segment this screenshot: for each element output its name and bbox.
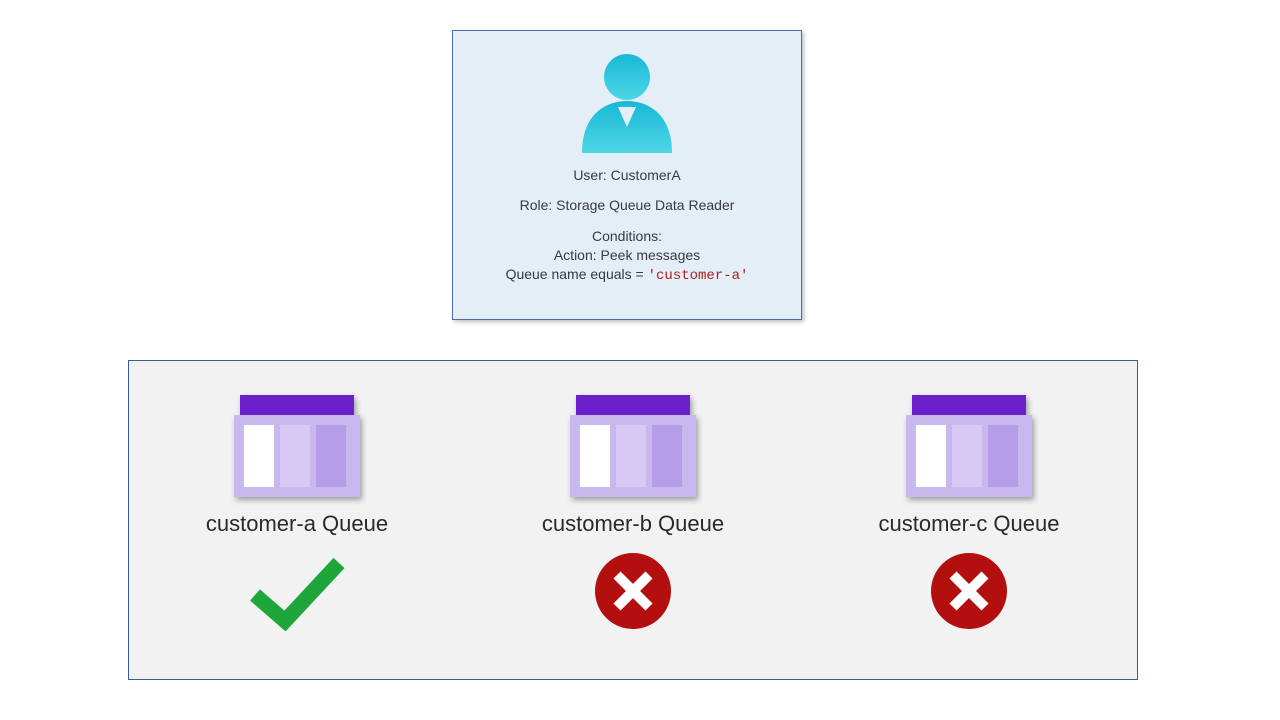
queue-icon	[904, 391, 1034, 501]
queue-label: customer-b Queue	[503, 511, 763, 537]
queue-label: customer-c Queue	[839, 511, 1099, 537]
conditions-block: Conditions: Action: Peek messages Queue …	[453, 227, 801, 286]
deny-icon	[919, 551, 1019, 631]
checkmark-icon	[247, 551, 347, 631]
conditions-heading: Conditions:	[453, 227, 801, 246]
user-icon	[572, 43, 682, 153]
user-label-prefix: User:	[573, 167, 610, 183]
condition-action: Action: Peek messages	[453, 246, 801, 265]
queue-icon	[232, 391, 362, 501]
role-line: Role: Storage Queue Data Reader	[453, 197, 801, 213]
role-name: Storage Queue Data Reader	[556, 197, 734, 213]
user-role-card: User: CustomerA Role: Storage Queue Data…	[452, 30, 802, 320]
condition-value: 'customer-a'	[648, 268, 749, 284]
queue-column: customer-a Queue	[167, 391, 427, 631]
queue-icon	[568, 391, 698, 501]
diagram-stage: User: CustomerA Role: Storage Queue Data…	[0, 0, 1280, 720]
user-line: User: CustomerA	[453, 167, 801, 183]
queue-column: customer-c Queue	[839, 391, 1099, 631]
queue-label: customer-a Queue	[167, 511, 427, 537]
condition-expression: Queue name equals = 'customer-a'	[453, 265, 801, 286]
deny-icon	[583, 551, 683, 631]
user-name: CustomerA	[611, 167, 681, 183]
queues-panel: customer-a Queue customer-b Queue	[128, 360, 1138, 680]
role-label-prefix: Role:	[520, 197, 557, 213]
condition-prefix: Queue name equals =	[506, 266, 648, 282]
queue-column: customer-b Queue	[503, 391, 763, 631]
